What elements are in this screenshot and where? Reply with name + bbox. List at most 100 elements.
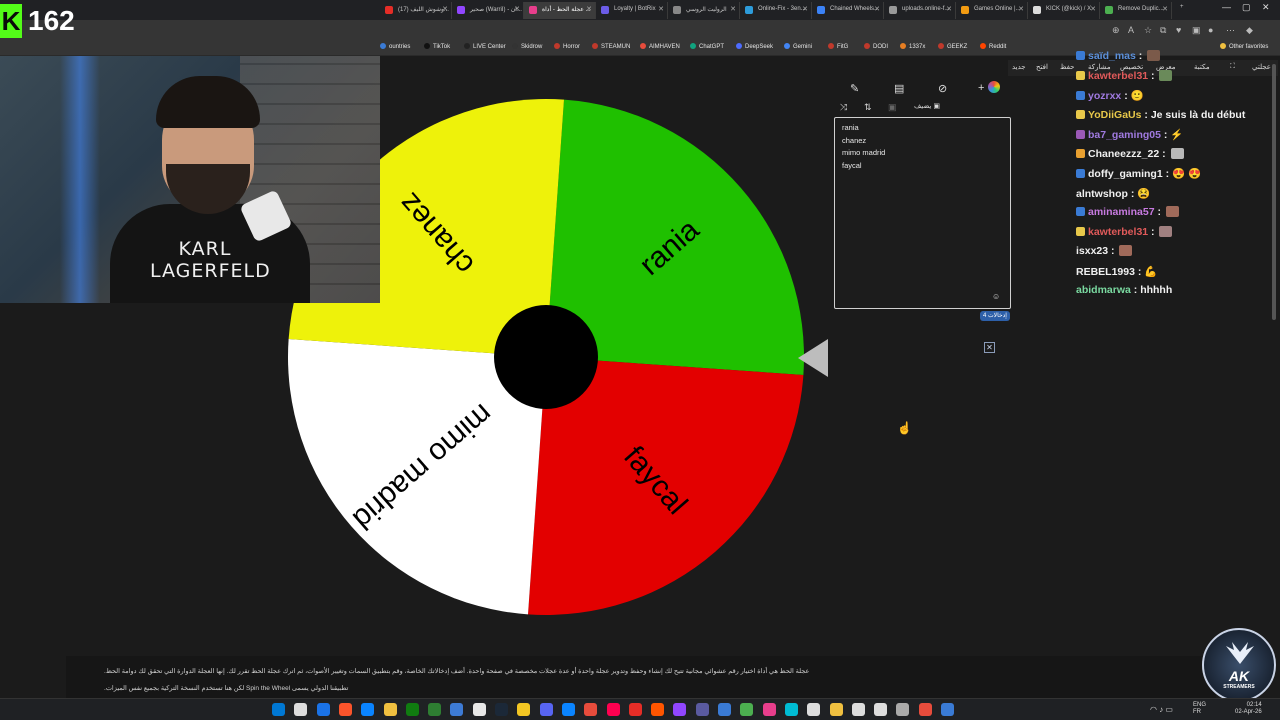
taskbar-app-icon[interactable] [428,703,442,716]
taskbar-app-icon[interactable] [762,703,776,716]
other-favorites[interactable]: Other favorites [1220,43,1268,50]
taskbar-app-icon[interactable] [338,703,352,716]
chat-username[interactable]: saïd_mas [1088,50,1136,62]
taskbar-app-icon[interactable] [673,703,687,716]
bookmark-item[interactable]: Skidrow [512,43,542,50]
taskbar-app-icon[interactable] [517,703,531,716]
bookmark-item[interactable]: ountries [380,43,410,50]
language-indicator[interactable]: ENG FR [1193,702,1206,716]
taskbar-app-icon[interactable] [695,703,709,716]
chat-username[interactable]: YoDiiGaUs [1088,109,1141,121]
taskbar-app-icon[interactable] [718,703,731,716]
tab-close-icon[interactable]: ✕ [658,5,664,13]
taskbar-app-icon[interactable] [606,703,620,716]
bookmark-item[interactable]: TikTok [424,43,450,50]
tab-close-icon[interactable]: ✕ [1018,5,1024,13]
bookmark-item[interactable]: STEAMUN [592,43,630,50]
favorites-icon[interactable]: ♥ [1176,25,1181,35]
bookmark-item[interactable]: AIMHAVEN [640,43,680,50]
browser-tab[interactable]: عجلة الحظ - أداة ... ✕ [524,2,596,19]
emoji-icon[interactable]: ☺ [992,292,1000,301]
chat-username[interactable]: aminamina57 [1088,206,1155,218]
chat-username[interactable]: Chaneezzz_22 [1088,148,1159,160]
chat-username[interactable]: alntwshop [1076,188,1128,200]
bookmark-item[interactable]: FitG [828,43,848,50]
bookmark-item[interactable]: 1337x [900,43,925,50]
new-button[interactable]: جديد [1012,63,1026,71]
taskbar-app-icon[interactable] [874,703,888,716]
browser-tab[interactable]: KICK (@kick) / X ✕ [1028,2,1100,19]
taskbar-app-icon[interactable] [941,703,954,716]
chat-username[interactable]: yozrxx [1088,90,1121,102]
browser-tab[interactable]: uploads.online-f... ✕ [884,2,956,19]
clock[interactable]: 02:14 02-Apr-26 [1235,702,1262,716]
add-entry-button[interactable]: يضيف ▣ [914,102,940,110]
read-aloud-icon[interactable]: A [1128,25,1134,35]
browser-tab[interactable]: Chained Wheels... ✕ [812,2,884,19]
open-button[interactable]: افتح [1036,63,1048,71]
close-panel-icon[interactable]: ✕ [984,342,995,353]
taskbar-app-icon[interactable] [918,703,932,716]
tab-close-icon[interactable]: ✕ [1162,5,1168,13]
taskbar-app-icon[interactable] [784,703,798,716]
taskbar-app-icon[interactable] [361,703,375,716]
taskbar-app-icon[interactable] [294,703,308,716]
start-icon[interactable] [272,703,285,716]
network-icon[interactable]: ◠ ♪ ▭ [1150,705,1173,714]
taskbar-app-icon[interactable] [851,703,865,716]
chat-username[interactable]: kawterbel31 [1088,226,1148,238]
wheel-center[interactable] [494,305,598,409]
browser-tab[interactable]: Loyalty | BotRix ✕ [596,2,668,19]
chat-username[interactable]: abidmarwa [1076,284,1131,296]
collections-icon[interactable]: ▣ [1192,25,1201,36]
bookmark-item[interactable]: ChatGPT [690,43,724,50]
browser-tab[interactable]: Games Online |... ✕ [956,2,1028,19]
taskbar-app-icon[interactable] [829,703,843,716]
chat-username[interactable]: doffy_gaming1 [1088,168,1163,180]
chat-username[interactable]: ba7_gaming05 [1088,129,1161,141]
tab-close-icon[interactable]: ✕ [946,5,952,13]
bookmark-item[interactable]: DeepSeek [736,43,773,50]
browser-tab[interactable]: صحير (WarriI) - ان... ✕ [452,2,524,19]
tab-close-icon[interactable]: ✕ [730,5,736,13]
tab-close-icon[interactable]: ✕ [514,5,520,13]
scrollbar[interactable] [1272,64,1276,320]
copilot-icon[interactable]: ◆ [1246,25,1253,36]
settings-icon[interactable]: ⋯ [1226,25,1235,36]
taskbar-app-icon[interactable] [896,703,910,716]
taskbar-app-icon[interactable] [495,703,508,716]
minimize-icon[interactable]: — [1222,2,1231,12]
taskbar-app-icon[interactable] [628,703,642,716]
shuffle-icon[interactable]: ⤨ [840,102,847,113]
bookmark-item[interactable]: LIVE Center [464,43,506,50]
zoom-icon[interactable]: ⊕ [1112,25,1120,36]
profile-icon[interactable]: ● [1208,25,1213,35]
extension-icon[interactable]: ⧉ [1160,25,1166,36]
chat-username[interactable]: isxx23 [1076,245,1108,257]
star-icon[interactable]: ☆ [1144,25,1152,36]
clipboard-icon[interactable]: ▤ [894,82,904,95]
browser-tab[interactable]: Online-Fix - 3en... ✕ [740,2,812,19]
tab-close-icon[interactable]: ✕ [442,5,448,13]
bookmark-item[interactable]: GEEKZ [938,43,967,50]
taskbar-app-icon[interactable] [472,703,486,716]
tab-close-icon[interactable]: ✕ [586,5,592,13]
taskbar-app-icon[interactable] [651,703,665,716]
bookmark-item[interactable]: Gemini [784,43,812,50]
new-tab-button[interactable]: + [1176,2,1192,19]
chat-username[interactable]: REBEL1993 [1076,266,1135,278]
taskbar-app-icon[interactable] [383,703,397,716]
taskbar-app-icon[interactable] [405,703,419,716]
tab-close-icon[interactable]: ✕ [802,5,808,13]
bookmark-item[interactable]: DODI [864,43,888,50]
add-wheel-icon[interactable]: + [978,82,984,94]
bookmark-item[interactable]: Reddit [980,43,1006,50]
browser-tab[interactable]: الروليت الروسي ✕ [668,2,740,19]
taskbar-app-icon[interactable] [450,703,464,716]
sort-icon[interactable]: ⇅ [864,102,872,113]
browser-tab[interactable]: Remove Duplic... ✕ [1100,2,1172,19]
taskbar-app-icon[interactable] [807,703,821,716]
browser-tab[interactable]: (17) وشوش الليف... ✕ [380,2,452,19]
taskbar-app-icon[interactable] [584,703,598,716]
close-icon[interactable]: ✕ [1262,2,1270,13]
